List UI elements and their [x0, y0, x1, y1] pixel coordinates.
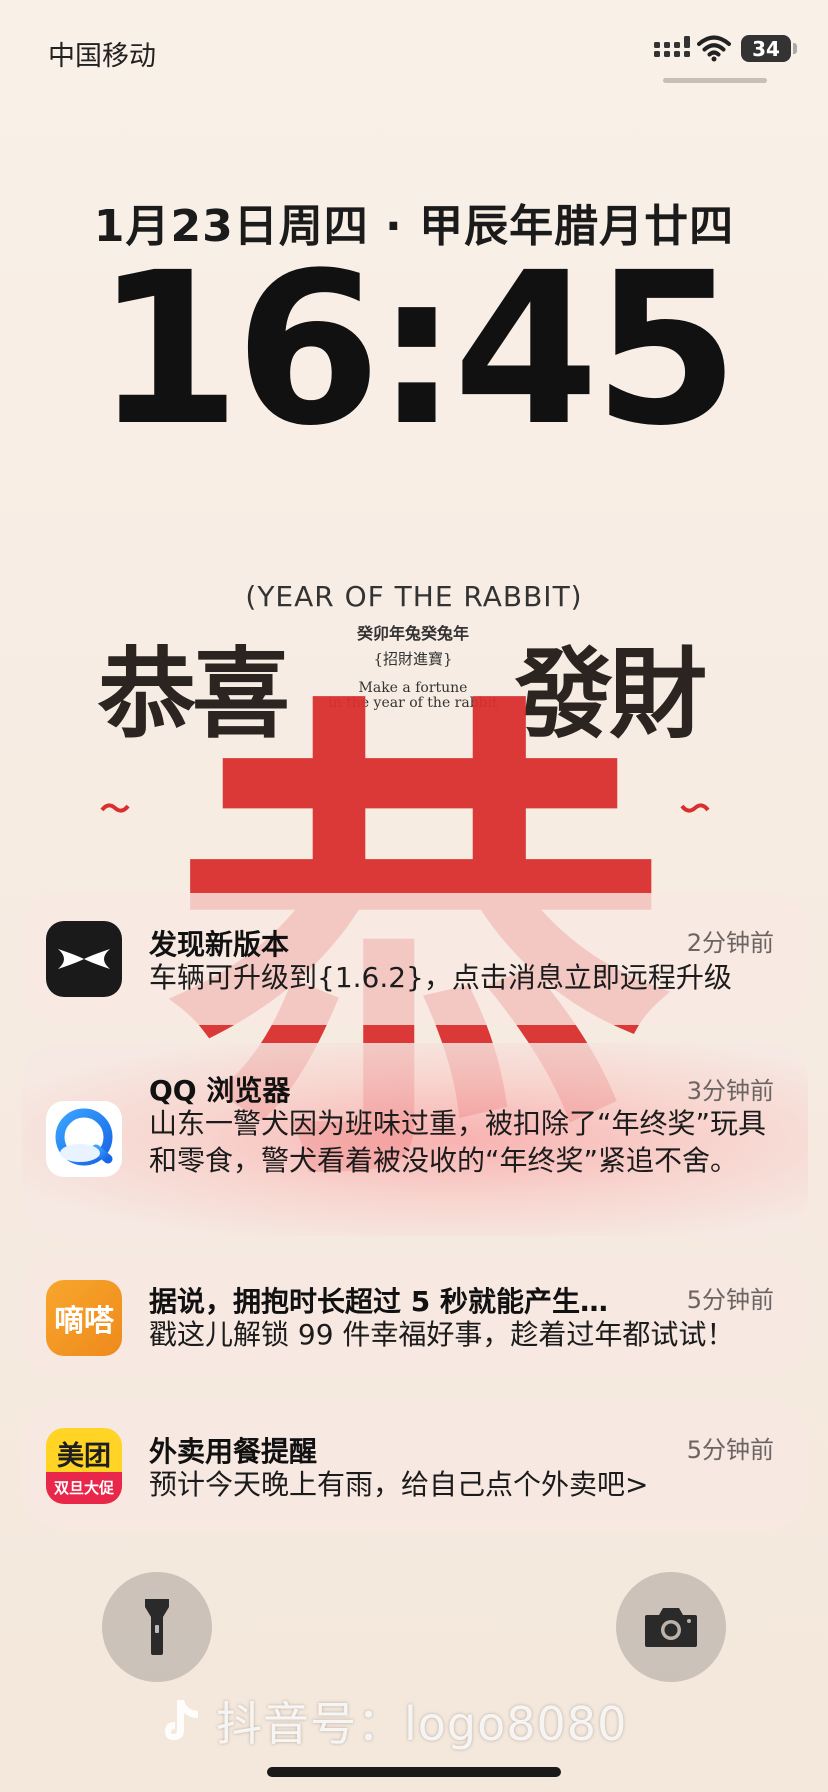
- notification-card[interactable]: 嘀嗒 据说，拥抱时长超过 5 秒就能产生… 5分钟前 戳这儿解锁 99 件幸福好…: [22, 1254, 808, 1378]
- notification-title: QQ 浏览器: [149, 1074, 291, 1107]
- qq-browser-icon: [46, 1101, 122, 1177]
- notification-title: 外卖用餐提醒: [149, 1435, 318, 1468]
- watermark-text: 抖音号：logo8080: [216, 1697, 628, 1751]
- notification-card[interactable]: QQ 浏览器 3分钟前 山东一警犬因为班味过重，被扣除了“年终奖”玩具和零食，警…: [22, 1043, 808, 1236]
- flashlight-icon: [145, 1599, 169, 1655]
- lock-clock[interactable]: 16:45: [0, 240, 828, 460]
- xpeng-icon: [46, 921, 122, 997]
- douyin-icon: [165, 1700, 198, 1740]
- notification-title: 据说，拥抱时长超过 5 秒就能产生…: [149, 1285, 608, 1318]
- status-bar: 中国移动 34: [0, 0, 828, 100]
- notification-time: 5分钟前: [686, 1286, 774, 1314]
- red-swirl-icon: [100, 803, 130, 813]
- notification-title: 发现新版本: [149, 928, 290, 961]
- carrier-name: 中国移动: [48, 41, 156, 72]
- control-center-handle[interactable]: [663, 78, 767, 83]
- notification-card[interactable]: 美团 双旦大促 外卖用餐提醒 5分钟前 预计今天晚上有雨，给自己点个外卖吧>: [22, 1400, 808, 1530]
- meituan-icon: 美团 双旦大促: [46, 1428, 122, 1504]
- notification-body: 车辆可升级到{1.6.2}，点击消息立即远程升级: [149, 961, 732, 994]
- notification-time: 3分钟前: [686, 1077, 774, 1105]
- notification-body: 山东一警犬因为班味过重，被扣除了“年终奖”玩具和零食，警犬看着被没收的“年终奖”…: [149, 1107, 767, 1177]
- wifi-icon: [697, 35, 731, 62]
- meituan-icon-label: 美团: [57, 1441, 111, 1472]
- notification-body: 戳这儿解锁 99 件幸福好事，趁着过年都试试！: [149, 1318, 735, 1351]
- red-swirl-icon: [680, 803, 710, 813]
- notification-card[interactable]: 发现新版本 2分钟前 车辆可升级到{1.6.2}，点击消息立即远程升级: [22, 893, 808, 1025]
- wallpaper-subtitle: (YEAR OF THE RABBIT): [245, 580, 583, 613]
- douyin-watermark: 抖音号：logo8080: [160, 1688, 680, 1754]
- meituan-icon-band: 双旦大促: [46, 1472, 122, 1504]
- cellular-signal-icon: [654, 36, 690, 57]
- notification-body: 预计今天晚上有雨，给自己点个外卖吧>: [149, 1468, 649, 1501]
- camera-icon: [645, 1608, 697, 1647]
- camera-button[interactable]: [616, 1572, 726, 1682]
- flashlight-button[interactable]: [102, 1572, 212, 1682]
- lock-screen: 中国移动 34 1月23日周四 · 甲辰年腊月廿四 16:45 (YEAR OF…: [0, 0, 828, 1792]
- notification-time: 2分钟前: [686, 929, 774, 957]
- notification-time: 5分钟前: [686, 1436, 774, 1464]
- home-indicator[interactable]: [267, 1767, 561, 1777]
- dida-icon: 嘀嗒: [46, 1280, 122, 1356]
- battery-tip: [793, 43, 797, 54]
- seal-line-1: 癸卯年兔癸兔年: [356, 624, 469, 643]
- battery-indicator: 34: [741, 35, 791, 62]
